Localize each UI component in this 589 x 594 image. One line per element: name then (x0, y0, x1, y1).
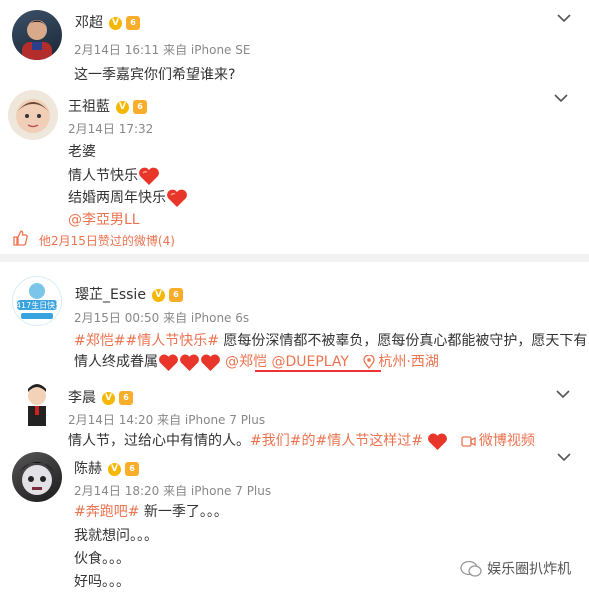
post-meta: 2月14日 14:20 来自 iPhone 7 Plus (68, 413, 266, 427)
post-text-segment: 愿每份深情都不被辜负，愿每份真心都能被守护，愿天下有 (218, 333, 588, 349)
verified-v-icon: V (109, 16, 122, 30)
post-text-line: 我就想问。。。 (74, 528, 158, 544)
verified-v-icon: V (108, 462, 121, 476)
post-text-line: 老婆 (68, 144, 96, 160)
section-divider (0, 254, 589, 262)
avatar[interactable] (12, 380, 62, 430)
avatar-child-icon (16, 99, 50, 133)
avatar-cartoon-icon (28, 384, 46, 426)
post-dengchao: 邓超 V 6 2月14日 16:11 来自 iPhone SE 这一季嘉宾你们希望谁… (0, 0, 589, 92)
user-name-label[interactable]: 李晨 (68, 390, 96, 406)
post-text-line: 情人终成眷属 @郑恺 @DUEPLAY 杭州·西湖 (74, 351, 439, 372)
thumbs-up-icon[interactable] (12, 230, 28, 246)
post-meta: 2月14日 16:11 来自 iPhone SE (74, 43, 251, 57)
vip-level-icon: 6 (168, 288, 183, 302)
heart-emoji-icon (159, 354, 178, 371)
mention-link[interactable]: @郑恺 @DUEPLAY (225, 354, 349, 370)
post-text-segment: 情人节，过给心中有情的人。 (68, 433, 250, 449)
chevron-down-icon[interactable] (557, 452, 571, 462)
verified-v-icon: V (102, 391, 115, 405)
chevron-down-icon[interactable] (556, 389, 570, 399)
chevron-down-icon[interactable] (557, 13, 571, 23)
post-text-line: 好吗。。。 (74, 574, 130, 590)
heart-emoji-icon (167, 189, 187, 207)
liked-posts-link[interactable]: 他2月15日赞过的微博(4) (39, 232, 175, 249)
user-name-label[interactable]: 陈赫 (74, 461, 102, 477)
heart-emoji-icon (180, 354, 199, 371)
user-name[interactable]: 陈赫 V 6 (74, 458, 139, 478)
vip-level-icon: 6 (133, 100, 147, 114)
location-link[interactable]: 杭州·西湖 (378, 354, 438, 370)
hashtag-link[interactable]: #我们#的#情人节这样过# (250, 433, 423, 449)
user-name[interactable]: 邓超 V 6 (75, 12, 140, 32)
verified-v-icon: V (116, 100, 129, 114)
heart-emoji-icon (201, 354, 220, 371)
post-text-line: 伙食。。。 (74, 551, 130, 567)
watermark-label: 娱乐圈扒炸机 (487, 561, 572, 578)
chevron-down-icon[interactable] (554, 93, 568, 103)
post-text-line: #奔跑吧# 新一季了。。。 (74, 501, 228, 521)
mention-link[interactable]: @李亞男LL (68, 209, 140, 229)
vip-level-icon: 6 (126, 16, 140, 30)
vip-level-icon: 6 (119, 391, 133, 405)
post-text-line: #郑恺##情人节快乐# 愿每份深情都不被辜负，愿每份真心都能被守护，愿天下有 (74, 330, 587, 350)
post-meta: 2月14日 18:20 来自 iPhone 7 Plus (74, 484, 272, 498)
watermark: 娱乐圈扒炸机 (460, 558, 571, 579)
user-name-label[interactable]: 璎芷_Essie (75, 287, 146, 303)
avatar-portrait-icon (22, 20, 52, 60)
avatar-face-icon (20, 462, 54, 495)
verified-v-icon: V (151, 288, 165, 302)
heart-emoji-icon (428, 433, 448, 450)
post-essie: 0417生日快乐 璎芷_Essie V 6 2月15日 00:50 来自 iPhon… (0, 264, 589, 376)
user-name[interactable]: 李晨 V 6 (68, 387, 133, 407)
wechat-icon (460, 560, 482, 577)
user-name[interactable]: 璎芷_Essie V 6 (75, 284, 183, 304)
avatar[interactable] (8, 90, 58, 140)
post-text-segment: 情人节快乐 (68, 168, 138, 184)
post-lichen: 李晨 V 6 2月14日 14:20 来自 iPhone 7 Plus 情人节，过给… (0, 376, 589, 452)
video-camera-icon (461, 435, 476, 447)
post-wangzulan: 王祖藍 V 6 2月14日 17:32 老婆 情人节快乐 结婚两周年快乐 @李亞男L… (0, 88, 589, 258)
post-text-line: 情人节快乐 (68, 165, 160, 186)
hashtag-link[interactable]: #郑恺##情人节快乐# (74, 333, 219, 349)
avatar-caption: 0417生日快乐 (13, 300, 61, 310)
highlight-underline (255, 370, 381, 372)
user-name-label[interactable]: 邓超 (75, 15, 103, 31)
user-name[interactable]: 王祖藍 V 6 (68, 96, 147, 116)
post-text-line: 结婚两周年快乐 (68, 187, 188, 208)
heart-emoji-icon (139, 167, 159, 185)
hashtag-link[interactable]: #奔跑吧# (74, 504, 139, 520)
video-link[interactable]: 微博视频 (479, 433, 535, 449)
post-meta: 2月15日 00:50 来自 iPhone 6s (74, 311, 250, 325)
post-meta: 2月14日 17:32 (68, 122, 154, 136)
vip-level-icon: 6 (125, 462, 139, 476)
post-text-segment: 新一季了。。。 (139, 504, 228, 520)
avatar-birthday-icon: 0417生日快乐 (13, 283, 61, 319)
post-text-segment: 情人终成眷属 (74, 354, 158, 370)
avatar[interactable] (12, 10, 62, 60)
post-text: 这一季嘉宾你们希望谁来? (74, 67, 236, 83)
post-text-segment: 结婚两周年快乐 (68, 190, 166, 206)
location-pin-icon (363, 354, 376, 370)
avatar[interactable]: 0417生日快乐 (12, 276, 62, 326)
user-name-label[interactable]: 王祖藍 (68, 99, 110, 115)
avatar[interactable] (12, 452, 62, 502)
post-text-line: 情人节，过给心中有情的人。#我们#的#情人节这样过# 微博视频 (68, 430, 535, 451)
